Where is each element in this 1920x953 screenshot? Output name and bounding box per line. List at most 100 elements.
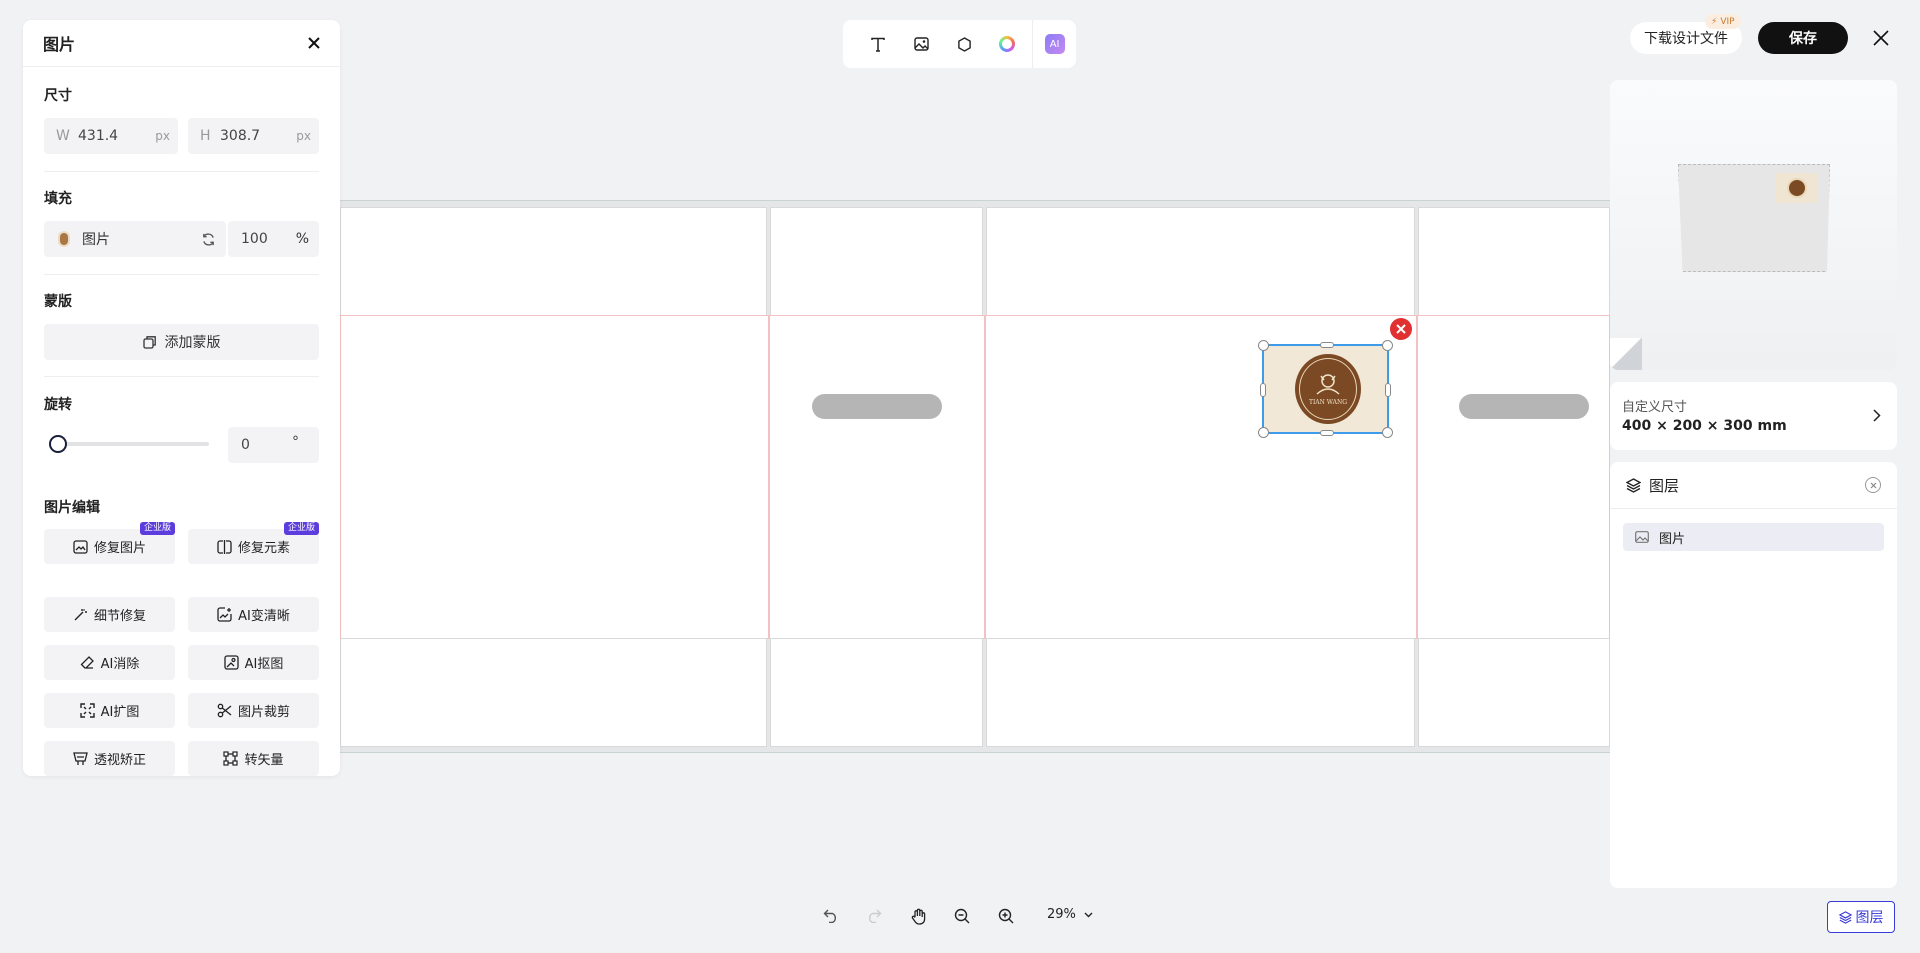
image-icon <box>914 37 929 51</box>
resize-handle[interactable] <box>1320 430 1334 436</box>
rotate-slider[interactable] <box>49 435 209 453</box>
text-icon <box>871 37 886 52</box>
detail-repair-button[interactable]: 细节修复 <box>44 597 175 632</box>
size-card[interactable]: 自定义尺寸 400 × 200 × 300 mm <box>1610 382 1897 450</box>
enterprise-badge: 企业版 <box>283 522 319 535</box>
ai-cutout-button[interactable]: AI抠图 <box>188 645 319 680</box>
height-field[interactable]: H 308.7 px <box>188 118 319 154</box>
width-field[interactable]: W 431.4 px <box>44 118 178 154</box>
logo-image: TIAN WANG <box>1295 354 1361 424</box>
dieline-panel <box>986 207 1415 316</box>
repair-image-button[interactable]: 修复图片 企业版 <box>44 522 175 564</box>
rotate-slider-thumb[interactable] <box>49 435 67 453</box>
chevron-down-icon <box>1084 912 1093 918</box>
dieline-panel <box>1418 638 1610 747</box>
hand-tool-icon[interactable] <box>911 908 927 925</box>
scissors-icon <box>217 703 232 718</box>
size-label: 自定义尺寸 <box>1622 400 1688 415</box>
ai-expand-button[interactable]: AI扩图 <box>44 693 175 728</box>
repair-element-button[interactable]: 修复元素 企业版 <box>188 522 319 564</box>
image-tool[interactable] <box>900 20 943 68</box>
shape-tool[interactable] <box>943 20 986 68</box>
eraser-icon <box>80 655 95 670</box>
vector-icon <box>223 751 239 766</box>
crop-image-button[interactable]: 图片裁剪 <box>188 693 319 728</box>
width-value: 431.4 <box>78 128 119 144</box>
ai-tool[interactable]: AI <box>1033 20 1076 68</box>
image-edit-section-title: 图片编辑 <box>44 500 100 516</box>
resize-handle[interactable] <box>1258 340 1269 351</box>
zoom-select[interactable]: 29% <box>1047 907 1093 922</box>
dieline-panel-front <box>340 315 769 639</box>
rotate-section-title: 旋转 <box>44 397 72 413</box>
color-wheel-icon <box>998 36 1015 52</box>
save-button[interactable]: 保存 <box>1758 22 1848 54</box>
height-value: 308.7 <box>220 128 261 144</box>
page-curl-icon <box>1610 338 1642 370</box>
design-canvas[interactable]: TIAN WANG <box>340 200 1610 753</box>
box-preview <box>1678 164 1830 272</box>
dieline-panel <box>1418 207 1610 316</box>
dieline-panel-side <box>1417 315 1610 639</box>
dieline-panel <box>770 638 983 747</box>
fill-section-title: 填充 <box>44 191 72 207</box>
replace-image-icon[interactable] <box>201 232 216 247</box>
logo-text: TIAN WANG <box>1308 399 1348 406</box>
dieline-panel-side <box>769 315 985 639</box>
magic-wand-icon <box>73 607 88 622</box>
3d-preview[interactable] <box>1610 80 1897 370</box>
image-thumbnail-icon <box>58 231 70 247</box>
perspective-correct-button[interactable]: 透视矫正 <box>44 741 175 776</box>
handle-cutout <box>1459 394 1589 419</box>
zoom-out-icon[interactable] <box>954 908 970 924</box>
layers-icon <box>1626 477 1641 493</box>
add-mask-button[interactable]: 添加蒙版 <box>44 324 319 360</box>
undo-icon[interactable] <box>823 909 839 923</box>
size-section-title: 尺寸 <box>44 88 72 104</box>
redo-icon[interactable] <box>866 909 882 923</box>
size-value: 400 × 200 × 300 mm <box>1622 418 1787 434</box>
resize-handle[interactable] <box>1258 427 1269 438</box>
layer-item[interactable]: 图片 <box>1623 523 1884 551</box>
dieline-panel <box>340 638 767 747</box>
mask-section-title: 蒙版 <box>44 294 72 310</box>
perspective-icon <box>73 751 88 766</box>
fill-type-select[interactable]: 图片 <box>44 221 226 257</box>
rotate-field[interactable]: 0 ° <box>228 427 319 463</box>
image-layer-icon <box>1635 531 1649 543</box>
color-tool[interactable] <box>985 20 1028 68</box>
close-layers-icon[interactable] <box>1865 477 1881 493</box>
hexagon-icon <box>957 36 972 52</box>
mask-icon <box>142 335 157 349</box>
zoom-in-icon[interactable] <box>998 908 1014 924</box>
resize-handle[interactable] <box>1260 383 1266 397</box>
element-repair-icon <box>217 539 232 554</box>
panel-title: 图片 <box>43 35 76 54</box>
chevron-right-icon <box>1873 409 1881 422</box>
ai-erase-button[interactable]: AI消除 <box>44 645 175 680</box>
zoom-level: 29% <box>1047 907 1076 922</box>
resize-handle[interactable] <box>1385 383 1391 397</box>
resize-handle[interactable] <box>1320 342 1334 348</box>
properties-panel: 图片 尺寸 W 431.4 px H 308.7 px 填充 图片 100 % … <box>23 20 340 776</box>
layers-title: 图层 <box>1649 476 1680 495</box>
opacity-field[interactable]: 100 % <box>228 221 319 257</box>
layers-panel: 图层 图片 <box>1610 462 1897 888</box>
dieline-panel <box>340 207 767 316</box>
ai-sharpen-button[interactable]: AI变清晰 <box>188 597 319 632</box>
close-editor-icon[interactable] <box>1873 30 1889 46</box>
delete-element-icon[interactable] <box>1390 318 1412 340</box>
lightning-icon: ⚡ <box>1711 16 1718 27</box>
enterprise-badge: 企业版 <box>139 522 175 535</box>
dieline-panel <box>986 638 1415 747</box>
ai-icon: AI <box>1044 34 1065 54</box>
text-tool[interactable] <box>857 20 900 68</box>
layers-toggle-button[interactable]: 图层 <box>1827 901 1895 933</box>
selected-image[interactable]: TIAN WANG <box>1258 340 1393 438</box>
image-repair-icon <box>73 539 88 554</box>
top-toolbar: AI <box>843 20 1076 68</box>
close-icon[interactable] <box>308 37 320 49</box>
resize-handle[interactable] <box>1382 340 1393 351</box>
to-vector-button[interactable]: 转矢量 <box>188 741 319 776</box>
resize-handle[interactable] <box>1382 427 1393 438</box>
